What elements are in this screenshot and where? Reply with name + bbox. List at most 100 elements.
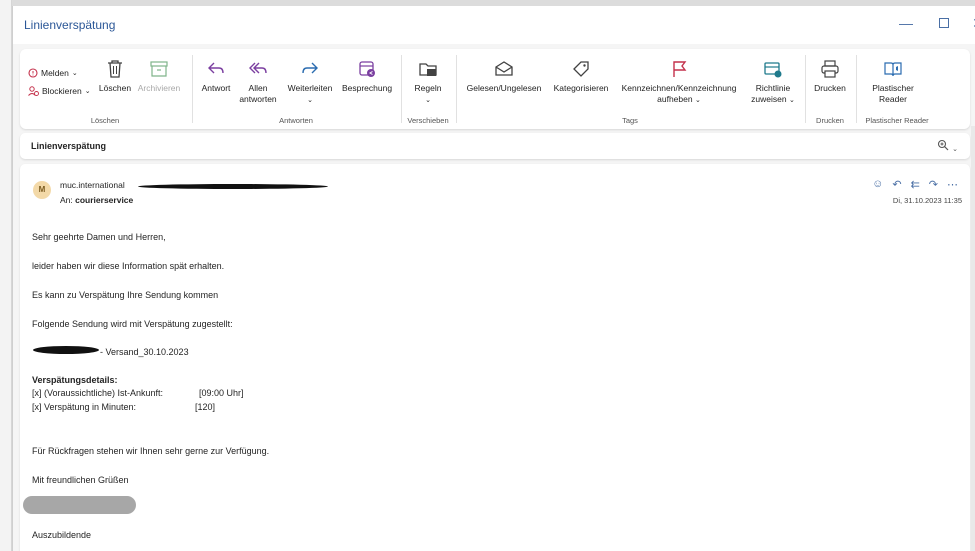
tag-icon [573, 61, 589, 77]
group-tags: Gelesen/Ungelesen Kategorisieren Kennzei… [457, 49, 803, 129]
kennzeichnen-button[interactable]: Kennzeichnen/Kennzeichnung aufheben ⌄ [615, 59, 743, 106]
immersive-reader-icon [884, 62, 902, 77]
allen-antworten-button[interactable]: Allen antworten [235, 59, 281, 105]
richtlinie-label-2: zuweisen [751, 94, 787, 104]
group-label-drucken: Drucken [816, 116, 844, 125]
richtlinie-button[interactable]: Richtlinie zuweisen ⌄ [745, 59, 801, 106]
antwort-label: Antwort [201, 83, 231, 93]
allen-label-2: antworten [239, 94, 277, 104]
block-user-icon [28, 86, 39, 96]
subject-title: Linienverspätung [31, 141, 107, 151]
reader-label-1: Plastischer [872, 83, 914, 93]
shipment-line: - Versand_30.10.2023 [100, 347, 189, 357]
body-role: Auszubildende [32, 530, 92, 540]
detail-value: [09:00 Uhr] [199, 388, 244, 398]
rules-folder-icon [419, 63, 437, 76]
weiterleiten-button[interactable]: Weiterleiten ⌄ [283, 59, 337, 106]
gelesen-ungelesen-button[interactable]: Gelesen/Ungelesen [461, 59, 547, 94]
envelope-open-icon [495, 61, 513, 76]
chevron-down-icon: ⌄ [425, 97, 431, 104]
forward-icon[interactable]: ↷ [929, 178, 938, 191]
chevron-down-icon: ⌄ [952, 146, 958, 153]
body-line: leider haben wir diese Information spät … [32, 261, 225, 271]
redaction-mark [138, 184, 328, 189]
group-verschieben: Regeln ⌄ Verschieben [402, 49, 454, 129]
details-heading: Verspätungsdetails: [32, 375, 118, 385]
body-line: Folgende Sendung wird mit Verspätung zug… [32, 319, 233, 329]
reply-all-icon [249, 62, 267, 74]
chevron-down-icon: ⌄ [307, 97, 313, 104]
richtlinie-label-1: Richtlinie [755, 83, 791, 93]
archivieren-label: Archivieren [137, 83, 181, 93]
loeschen-label: Löschen [98, 83, 132, 93]
antwort-button[interactable]: Antwort [198, 59, 234, 94]
more-icon[interactable]: ⋯ [947, 178, 958, 191]
group-antworten: Antwort Allen antworten Weiterleiten ⌄ B… [193, 49, 399, 129]
zoom-button[interactable]: ⌄ [937, 139, 958, 154]
group-label-antworten: Antworten [279, 116, 313, 125]
window-title: Linienverspätung [24, 18, 116, 32]
maximize-icon[interactable] [934, 15, 954, 31]
reader-label-2: Reader [879, 94, 907, 104]
sent-date: Di, 31.10.2023 11:35 [892, 196, 962, 205]
trash-icon [108, 60, 122, 78]
body-line: Für Rückfragen stehen wir Ihnen sehr ger… [32, 446, 270, 456]
kennzeichnen-label-1: Kennzeichnen/Kennzeichnung [621, 83, 737, 93]
close-icon[interactable]: ✕ [968, 15, 975, 32]
kategorisieren-button[interactable]: Kategorisieren [549, 59, 613, 94]
besprechung-label: Besprechung [341, 83, 393, 93]
plastischer-reader-button[interactable]: Plastischer Reader [865, 59, 921, 105]
allen-label-1: Allen [248, 83, 268, 93]
drucken-button[interactable]: Drucken [810, 59, 850, 94]
to-label: An: [60, 195, 73, 205]
sender-name[interactable]: muc.international [60, 180, 125, 190]
detail-value: [120] [195, 402, 216, 412]
recipient-line: An: courierservice [60, 195, 133, 205]
besprechung-button[interactable]: Besprechung [339, 59, 395, 94]
scrollbar[interactable] [971, 126, 975, 551]
drucken-label: Drucken [814, 83, 846, 93]
reply-all-icon[interactable]: ⇇ [911, 178, 920, 191]
melden-button[interactable]: Melden ⌄ [28, 68, 78, 78]
detail-label: [x] Verspätung in Minuten: [32, 402, 137, 412]
group-label-tags: Tags [622, 116, 638, 125]
avatar: M [33, 181, 51, 199]
body-greeting: Sehr geehrte Damen und Herren, [32, 232, 166, 242]
recipient-name[interactable]: courierservice [75, 195, 133, 205]
title-bar: Linienverspätung — ✕ [13, 6, 975, 44]
printer-icon [821, 60, 839, 78]
message-pane: M muc.international An: courierservice ☺… [20, 164, 970, 551]
body-line: Es kann zu Verspätung Ihre Sendung komme… [32, 290, 219, 300]
meeting-reply-icon [359, 61, 375, 77]
gelesen-label: Gelesen/Ungelesen [466, 83, 542, 93]
weiterleiten-label: Weiterleiten [287, 83, 333, 93]
background-left-strip [0, 0, 12, 551]
kennzeichnen-label-2: aufheben [657, 94, 693, 104]
subject-bar: Linienverspätung ⌄ [20, 133, 970, 159]
kategorisieren-label: Kategorisieren [553, 83, 609, 93]
archive-icon [150, 61, 168, 77]
blockieren-button[interactable]: Blockieren ⌄ [28, 86, 91, 96]
body-closing: Mit freundlichen Grüßen [32, 475, 129, 485]
group-label-loeschen: Löschen [90, 116, 120, 125]
regeln-button[interactable]: Regeln ⌄ [408, 59, 448, 106]
regeln-label: Regeln [414, 83, 442, 93]
group-drucken: Drucken Drucken [806, 49, 854, 129]
group-loeschen: Melden ⌄ Blockieren ⌄ Löschen Archivieren … [20, 49, 190, 129]
shield-icon [28, 68, 38, 78]
group-label-verschieben: Verschieben [407, 116, 449, 125]
archivieren-button[interactable]: Archivieren [134, 59, 184, 94]
redaction-mark [33, 346, 99, 354]
redacted-signature [23, 496, 136, 514]
emoji-icon[interactable]: ☺ [872, 178, 883, 191]
reply-icon[interactable]: ↶ [892, 178, 901, 191]
minimize-icon[interactable]: — [896, 15, 916, 31]
melden-label: Melden [41, 68, 69, 78]
loeschen-button[interactable]: Löschen [98, 59, 132, 94]
message-actions: ☺ ↶ ⇇ ↷ ⋯ [872, 178, 958, 191]
blockieren-label: Blockieren [42, 86, 82, 96]
forward-icon [302, 62, 318, 74]
group-label-reader: Plastischer Reader [865, 116, 929, 125]
flag-icon [673, 61, 687, 77]
detail-label: [x] (Voraussichtliche) Ist-Ankunft: [32, 388, 164, 398]
